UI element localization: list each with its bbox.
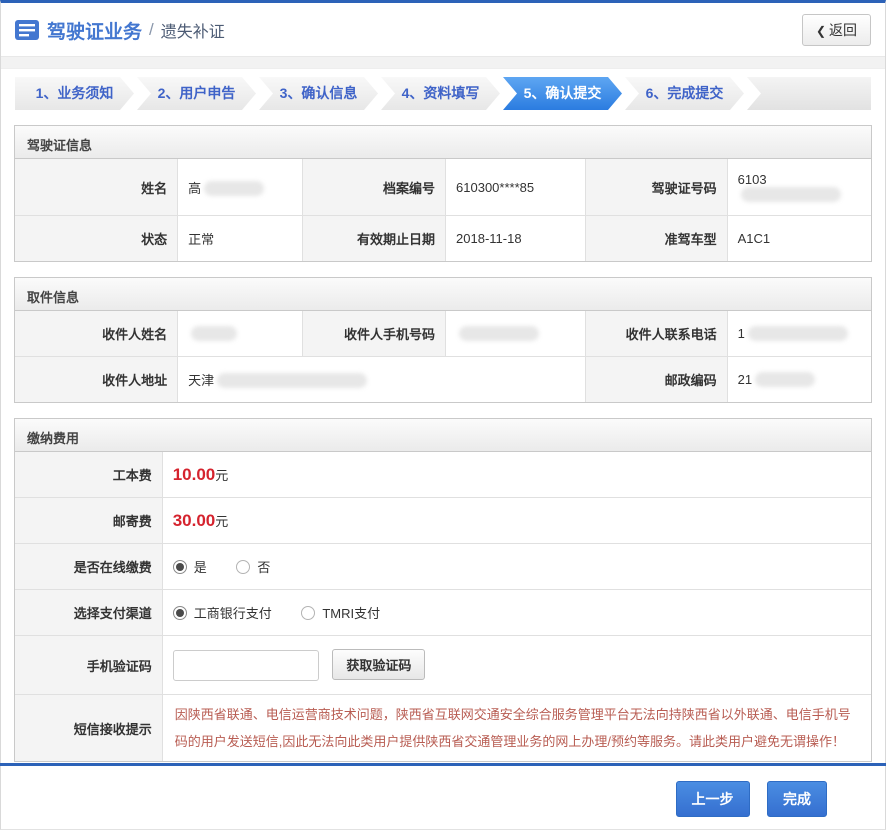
file-no-label: 档案编号 xyxy=(303,159,446,216)
radio-icbc-checked-icon[interactable] xyxy=(173,606,187,620)
table-row: 状态 正常 有效期止日期 2018-11-18 准驾车型 A1C1 xyxy=(15,216,871,262)
get-sms-code-button[interactable]: 获取验证码 xyxy=(332,649,425,680)
table-row: 邮寄费 30.00元 xyxy=(15,498,871,544)
redacted-recipient-name xyxy=(191,326,237,341)
production-fee-label: 工本费 xyxy=(15,452,162,498)
sms-note-text: 因陕西省联通、电信运营商技术问题，陕西省互联网交通安全综合服务管理平台无法向持陕… xyxy=(162,695,871,762)
channel-icbc-option[interactable]: 工商银行支付 xyxy=(173,606,272,621)
table-row: 是否在线缴费 是 否 xyxy=(15,544,871,590)
radio-no-icon[interactable] xyxy=(236,560,250,574)
footer-actions: 上一步 完成 xyxy=(1,777,885,829)
online-yes-option[interactable]: 是 xyxy=(173,560,207,575)
main-card: 驾驶证业务 / 遗失补证 ❮返回 1、业务须知 2、用户申告 3、确认信息 4、… xyxy=(0,0,886,830)
fees-title: 缴纳费用 xyxy=(15,419,871,452)
recipient-phone-value: 1 xyxy=(727,311,871,357)
online-payment-label: 是否在线缴费 xyxy=(15,544,162,590)
license-info-section: 驾驶证信息 姓名 高 档案编号 610300****85 驾驶证号码 6103 … xyxy=(14,125,872,262)
payment-channel-options: 工商银行支付 TMRI支付 xyxy=(162,590,871,636)
online-payment-options: 是 否 xyxy=(162,544,871,590)
redacted-recipient-phone xyxy=(748,326,848,341)
recipient-mobile-label: 收件人手机号码 xyxy=(303,311,446,357)
file-no-value: 610300****85 xyxy=(446,159,586,216)
redacted-license-no xyxy=(741,187,841,202)
currency-unit: 元 xyxy=(215,514,228,529)
license-menu-icon xyxy=(15,20,39,40)
header-divider xyxy=(1,56,885,69)
finish-button[interactable]: 完成 xyxy=(767,781,827,817)
step-bar-filler xyxy=(747,77,871,110)
pickup-info-table: 收件人姓名 收件人手机号码 收件人联系电话 1 收件人地址 天津 邮政编码 21 xyxy=(15,311,871,402)
pickup-info-title: 取件信息 xyxy=(15,278,871,311)
recipient-name-label: 收件人姓名 xyxy=(15,311,178,357)
online-no-label: 否 xyxy=(257,560,270,575)
table-row: 手机验证码 获取验证码 xyxy=(15,636,871,695)
back-button-label: 返回 xyxy=(829,22,857,38)
channel-icbc-label: 工商银行支付 xyxy=(194,606,272,621)
license-no-value: 6103 xyxy=(727,159,871,216)
table-row: 工本费 10.00元 xyxy=(15,452,871,498)
step-4-fill-data: 4、资料填写 xyxy=(381,77,500,110)
breadcrumb-current: 遗失补证 xyxy=(161,18,225,42)
back-button[interactable]: ❮返回 xyxy=(802,14,871,46)
name-value: 高 xyxy=(178,159,303,216)
redacted-postcode xyxy=(755,372,815,387)
sms-code-cell: 获取验证码 xyxy=(162,636,871,695)
table-row: 选择支付渠道 工商银行支付 TMRI支付 xyxy=(15,590,871,636)
status-value: 正常 xyxy=(178,216,303,262)
vehicle-class-label: 准驾车型 xyxy=(586,216,727,262)
online-no-option[interactable]: 否 xyxy=(236,560,270,575)
postcode-label: 邮政编码 xyxy=(586,357,727,403)
step-6-finish-submit: 6、完成提交 xyxy=(625,77,744,110)
step-wizard: 1、业务须知 2、用户申告 3、确认信息 4、资料填写 5、确认提交 6、完成提… xyxy=(15,77,871,110)
table-row: 收件人地址 天津 邮政编码 21 xyxy=(15,357,871,403)
pickup-info-section: 取件信息 收件人姓名 收件人手机号码 收件人联系电话 1 收件人地址 天津 邮政… xyxy=(14,277,872,403)
page-header: 驾驶证业务 / 遗失补证 ❮返回 xyxy=(1,3,885,56)
license-no-label: 驾驶证号码 xyxy=(586,159,727,216)
table-row: 收件人姓名 收件人手机号码 收件人联系电话 1 xyxy=(15,311,871,357)
postage-fee-label: 邮寄费 xyxy=(15,498,162,544)
recipient-address-label: 收件人地址 xyxy=(15,357,178,403)
expiry-value: 2018-11-18 xyxy=(446,216,586,262)
postage-fee-amount: 30.00 xyxy=(173,511,216,530)
radio-tmri-icon[interactable] xyxy=(301,606,315,620)
recipient-phone-label: 收件人联系电话 xyxy=(586,311,727,357)
step-3-confirm-info: 3、确认信息 xyxy=(259,77,378,110)
breadcrumb-separator: / xyxy=(149,20,154,40)
table-row: 短信接收提示 因陕西省联通、电信运营商技术问题，陕西省互联网交通安全综合服务管理… xyxy=(15,695,871,762)
redacted-recipient-mobile xyxy=(459,326,539,341)
channel-tmri-label: TMRI支付 xyxy=(322,606,380,621)
page-title: 驾驶证业务 xyxy=(47,17,142,44)
step-2-user-declaration: 2、用户申告 xyxy=(137,77,256,110)
table-row: 姓名 高 档案编号 610300****85 驾驶证号码 6103 xyxy=(15,159,871,216)
postage-fee-value: 30.00元 xyxy=(162,498,871,544)
recipient-mobile-value xyxy=(446,311,586,357)
fees-table: 工本费 10.00元 邮寄费 30.00元 是否在线缴费 是 否 选择支付渠道 … xyxy=(15,452,871,761)
currency-unit: 元 xyxy=(215,468,228,483)
postcode-value: 21 xyxy=(727,357,871,403)
sms-code-input[interactable] xyxy=(173,650,319,681)
radio-yes-checked-icon[interactable] xyxy=(173,560,187,574)
production-fee-value: 10.00元 xyxy=(162,452,871,498)
license-info-table: 姓名 高 档案编号 610300****85 驾驶证号码 6103 状态 正常 … xyxy=(15,159,871,261)
license-info-title: 驾驶证信息 xyxy=(15,126,871,159)
production-fee-amount: 10.00 xyxy=(173,465,216,484)
status-label: 状态 xyxy=(15,216,178,262)
expiry-label: 有效期止日期 xyxy=(303,216,446,262)
online-yes-label: 是 xyxy=(194,560,207,575)
fees-section: 缴纳费用 工本费 10.00元 邮寄费 30.00元 是否在线缴费 是 否 选择… xyxy=(14,418,872,762)
sms-code-label: 手机验证码 xyxy=(15,636,162,695)
previous-step-button[interactable]: 上一步 xyxy=(676,781,750,817)
step-5-confirm-submit-active: 5、确认提交 xyxy=(503,77,622,110)
chevron-left-icon: ❮ xyxy=(816,24,826,38)
channel-tmri-option[interactable]: TMRI支付 xyxy=(301,606,380,621)
payment-channel-label: 选择支付渠道 xyxy=(15,590,162,636)
sms-note-label: 短信接收提示 xyxy=(15,695,162,762)
step-1-business-notice: 1、业务须知 xyxy=(15,77,134,110)
vehicle-class-value: A1C1 xyxy=(727,216,871,262)
name-label: 姓名 xyxy=(15,159,178,216)
redacted-recipient-address xyxy=(217,373,367,388)
recipient-address-value: 天津 xyxy=(178,357,586,403)
recipient-name-value xyxy=(178,311,303,357)
redacted-name xyxy=(204,181,264,196)
